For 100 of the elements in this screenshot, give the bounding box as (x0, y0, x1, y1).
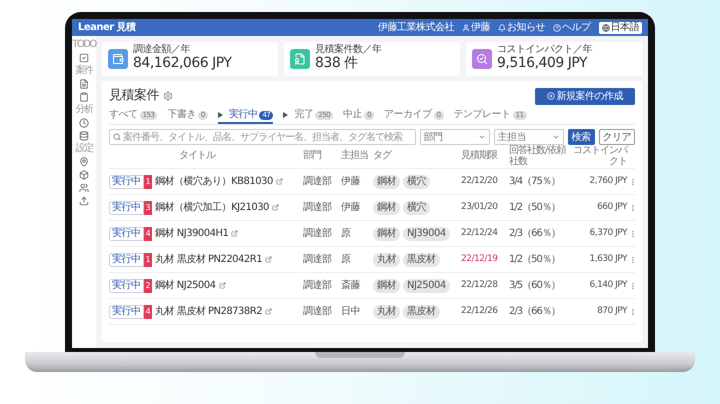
pin-icon[interactable] (79, 157, 89, 167)
status-badge: 実行中 (109, 200, 144, 214)
clear-button[interactable]: クリア (598, 129, 635, 145)
tag-chip: 鋼材 (373, 174, 400, 188)
column-header: コストインパクト (572, 146, 627, 167)
stat-value: 838 件 (315, 55, 359, 73)
tag-chip: 黒皮材 (403, 252, 440, 266)
table-cell-text: 870 JPY (596, 304, 627, 318)
owner-select[interactable]: 主担当 (494, 129, 564, 145)
tag-chip: NJ25004 (403, 278, 450, 292)
stat-label: 調達金額／年 (133, 45, 191, 56)
table-cell-text: 2,760 JPY (588, 174, 627, 188)
tag-chip: 丸材 (373, 252, 400, 266)
external-link-icon[interactable] (265, 256, 272, 263)
document-icon[interactable] (79, 79, 89, 89)
box-icon[interactable] (79, 170, 89, 180)
upload-icon[interactable] (79, 196, 89, 206)
table-cell-text: 伊藤 (341, 200, 361, 215)
project-title[interactable]: 鋼材（横穴加工）KJ21030 (155, 200, 269, 215)
external-link-icon[interactable] (265, 308, 272, 315)
page-title: 見積案件 (109, 87, 159, 106)
language-button[interactable]: 日本語 (598, 22, 642, 34)
project-title[interactable]: 鋼材（横穴あり）KB81030 (155, 174, 273, 189)
chevron-icon (478, 133, 486, 141)
sidebar-section-label: 案件 (76, 66, 92, 76)
table-row[interactable]: 実行中 3 鋼材（横穴加工）KJ21030 調達部 伊藤 鋼材 横穴 23/01/20 1/2（50％） 660 JPY (109, 195, 635, 221)
deadline-cell-text: 22/12/24 (461, 226, 498, 240)
user-icon (462, 24, 470, 32)
project-title[interactable]: 丸材 黒皮材 PN28738R2 (155, 304, 262, 319)
table-cell-text: 1/2（50％） (509, 201, 561, 215)
triangle-icon (218, 112, 223, 118)
table-cell-text: 伊藤 (341, 174, 361, 189)
search-icon (113, 133, 121, 141)
table-row[interactable]: 実行中 1 丸材 黒皮材 PN22042R1 調達部 原 丸材 黒皮材 22/12/19 1/2（50％） 1,630 JPY (109, 247, 635, 273)
clipboard-icon[interactable] (79, 92, 89, 102)
tag-chip: 横穴 (403, 200, 430, 214)
app-logo[interactable]: Leaner 見積 (78, 22, 136, 32)
table-row[interactable]: 実行中 2 鋼材 NJ25004 調達部 斎藤 鋼材 NJ25004 22/12/28 3/5（60％） 6,140 JPY (109, 273, 635, 299)
check-icon[interactable] (79, 53, 89, 63)
tag-chip: 鋼材 (373, 278, 400, 292)
settings-icon[interactable] (163, 91, 173, 101)
column-header: 回答社数/依頼社数 (509, 146, 567, 167)
table-cell-text: 調達部 (303, 252, 332, 267)
create-button[interactable]: 新規案件の作成 (534, 88, 635, 104)
chevron-icon (552, 133, 560, 141)
table-row[interactable]: 実行中 1 鋼材（横穴あり）KB81030 調達部 伊藤 鋼材 横穴 22/12/20 3/4（75％） 2,760 JPY (109, 169, 635, 195)
table-cell-text: 1,630 JPY (588, 252, 627, 266)
bell-icon (498, 24, 506, 32)
sidebar-section-label: 設定 (76, 144, 92, 154)
status-badge: 実行中 (109, 278, 144, 292)
external-link-icon[interactable] (231, 230, 238, 237)
tag-chip: 鋼材 (373, 200, 400, 214)
tag-chip: 丸材 (373, 304, 400, 318)
table-cell-text: 調達部 (303, 304, 332, 319)
table-row[interactable]: 実行中 4 丸材 黒皮材 PN28738R2 調達部 日中 丸材 黒皮材 22/12/26 2/3（66％） 870 JPY (109, 299, 635, 325)
external-link-icon[interactable] (272, 204, 279, 211)
table-cell-text: 3/5（60％） (509, 279, 561, 293)
deadline-cell-text: 22/12/28 (461, 278, 498, 292)
project-title[interactable]: 鋼材 NJ39004H1 (155, 226, 228, 241)
users-icon[interactable] (79, 183, 89, 193)
table-cell-text: 原 (341, 253, 352, 267)
help-icon (553, 24, 561, 32)
project-title[interactable]: 鋼材 NJ25004 (155, 278, 216, 293)
database-icon[interactable] (79, 131, 89, 141)
status-badge: 実行中 (109, 304, 144, 318)
sidebar-section-label: 分析 (76, 105, 92, 115)
company-name: 伊藤工業株式会社 (378, 22, 454, 32)
help-link[interactable]: ヘルプ (553, 22, 590, 32)
tag-chip: 黒皮材 (403, 304, 440, 318)
table-cell-text: 1/2（50％） (509, 253, 561, 267)
external-link-icon[interactable] (276, 178, 283, 185)
clock-icon[interactable] (79, 118, 89, 128)
notifications-link[interactable]: お知らせ (498, 22, 545, 32)
status-badge: 実行中 (109, 226, 144, 240)
stat-label: コストインパクト／年 (497, 45, 592, 56)
column-header: 主担当 (341, 151, 369, 162)
table-cell-text: 調達部 (303, 226, 332, 241)
table-cell-text: 原 (341, 227, 352, 241)
status-badge: 実行中 (109, 252, 144, 266)
department-select[interactable]: 部門 (420, 129, 490, 145)
sidebar-section-label: TODO (72, 40, 96, 50)
column-header: タイトル (178, 151, 216, 162)
table-cell-text: 6,140 JPY (588, 278, 627, 292)
search-button[interactable]: 検索 (568, 129, 594, 145)
external-link-icon[interactable] (218, 282, 226, 289)
table-cell-text: 2/3（66％） (509, 227, 561, 241)
search-field[interactable]: 案件番号、タイトル、品名、サプライヤー名、担当者、タグ名で検索 (109, 129, 416, 145)
user-menu[interactable]: 伊藤 (462, 22, 490, 32)
tag-chip: 横穴 (403, 174, 430, 188)
table-row[interactable]: 実行中 4 鋼材 NJ39004H1 調達部 原 鋼材 NJ39004 22/12/24 2/3（66％） 6,370 JPY (109, 221, 635, 247)
plus-icon (546, 92, 554, 100)
deadline-cell-text: 23/01/20 (461, 200, 498, 214)
table-cell-text: 日中 (341, 304, 361, 319)
table-cell-text: 6,370 JPY (588, 226, 627, 240)
deadline-cell-text: 22/12/20 (461, 174, 498, 188)
table-cell-text: 斎藤 (341, 278, 361, 293)
project-title[interactable]: 丸材 黒皮材 PN22042R1 (155, 252, 262, 267)
globe-icon (602, 24, 610, 32)
column-header: タグ (373, 151, 392, 162)
status-badge: 実行中 (109, 174, 144, 188)
